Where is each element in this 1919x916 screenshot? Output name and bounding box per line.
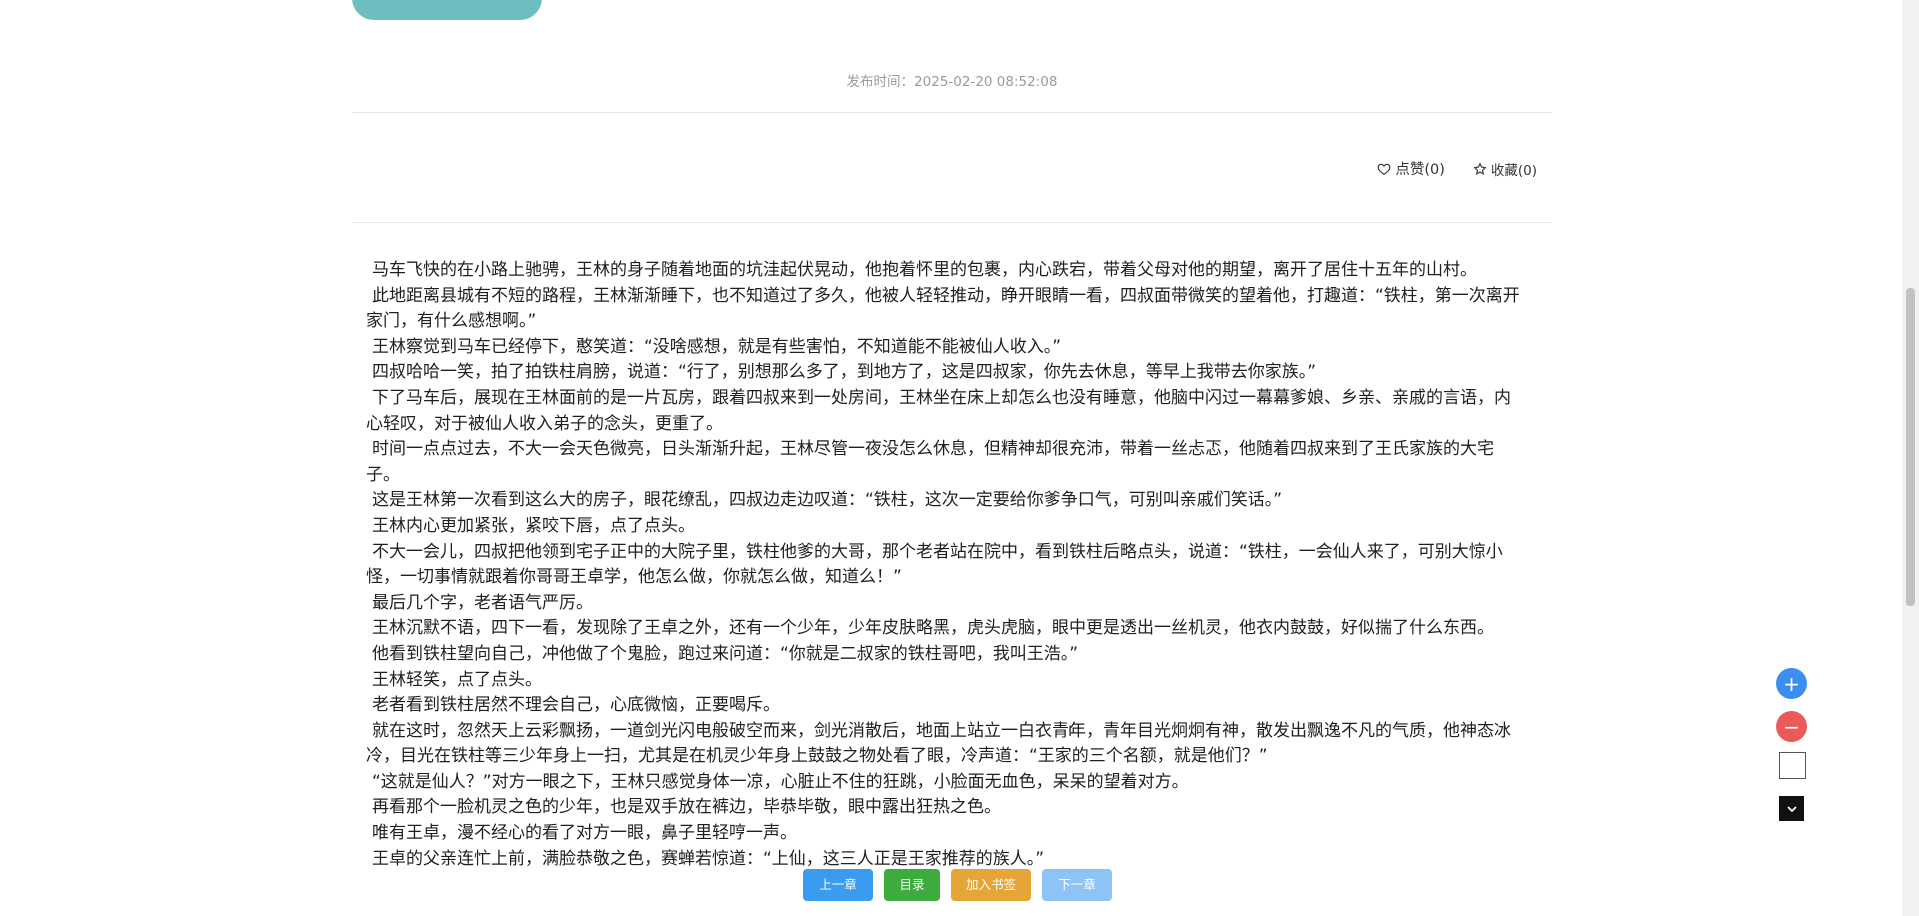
- paragraph: 他看到铁柱望向自己，冲他做了个鬼脸，跑过来问道：“你就是二叔家的铁柱哥吧，我叫王…: [372, 643, 1079, 664]
- paragraph: 王林轻笑，点了点头。: [372, 669, 542, 690]
- paragraph: 唯有王卓，漫不经心的看了对方一眼，鼻子里轻哼一声。: [372, 823, 797, 844]
- paragraph: 老者看到铁柱居然不理会自己，心底微恼，正要喝斥。: [372, 695, 780, 716]
- chapter-nav: 上一章 目录 加入书签 下一章: [803, 869, 1112, 901]
- paragraph: 不大一会儿，四叔把他领到宅子正中的大院子里，铁柱他爹的大哥，那个老者站在院中，看…: [366, 541, 1503, 588]
- favorite-button[interactable]: 收藏(0): [1473, 158, 1537, 179]
- divider-bottom: [352, 222, 1552, 223]
- font-decrease-button[interactable]: −: [1776, 711, 1807, 742]
- like-label: 点赞(0): [1395, 162, 1445, 178]
- paragraph: 时间一点点过去，不大一会天色微亮，日头渐渐升起，王林尽管一夜没怎么休息，但精神却…: [366, 439, 1494, 485]
- minus-icon: −: [1783, 714, 1800, 739]
- star-icon: [1473, 161, 1487, 175]
- favorite-label: 收藏(0): [1490, 162, 1537, 179]
- like-button[interactable]: 点赞(0): [1377, 158, 1445, 179]
- paragraph: 马车飞快的在小路上驰骋，王林的身子随着地面的坑洼起伏晃动，他抱着怀里的包裹，内心…: [372, 260, 1477, 280]
- paragraph: 王林察觉到马车已经停下，憨笑道：“没啥感想，就是有些害怕，不知道能不能被仙人收入…: [372, 336, 1062, 357]
- scrollbar-thumb[interactable]: [1906, 288, 1915, 606]
- paragraph: 下了马车后，展现在王林面前的是一片瓦房，跟着四叔来到一处房间，王林坐在床上却怎么…: [366, 387, 1511, 434]
- publish-time: 发布时间：2025-02-20 08:52:08: [846, 74, 1058, 90]
- paragraph: 王林沉默不语，四下一看，发现除了王卓之外，还有一个少年，少年皮肤略黑，虎头虎脑，…: [372, 618, 1494, 639]
- font-increase-button[interactable]: +: [1776, 668, 1807, 699]
- paragraph: 此地距离县城有不短的路程，王林渐渐睡下，也不知道过了多久，他被人轻轻推动，睁开眼…: [366, 285, 1520, 332]
- page-scrollbar[interactable]: [1902, 0, 1919, 916]
- divider-top: [352, 112, 1552, 113]
- dark-theme-button[interactable]: [1779, 796, 1804, 821]
- table-of-contents-button[interactable]: 目录: [884, 869, 940, 901]
- paragraph: 最后几个字，老者语气严厉。: [372, 592, 593, 613]
- paragraph: 这是王林第一次看到这么大的房子，眼花缭乱，四叔边走边叹道：“铁柱，这次一定要给你…: [372, 490, 1283, 511]
- add-bookmark-button[interactable]: 加入书签: [951, 869, 1031, 901]
- paragraph: 王林内心更加紧张，紧咬下唇，点了点头。: [372, 515, 695, 536]
- paragraph: 再看那个一脸机灵之色的少年，也是双手放在裤边，毕恭毕敬，眼中露出狂热之色。: [372, 797, 1001, 818]
- header-banner-fragment: [352, 0, 542, 20]
- heart-icon: [1377, 163, 1391, 175]
- text-cursor-icon: I: [1068, 724, 1073, 740]
- paragraph: 四叔哈哈一笑，拍了拍铁柱肩膀，说道：“行了，别想那么多了，到地方了，这是四叔家，…: [372, 362, 1317, 383]
- chevron-down-icon: [1786, 805, 1797, 812]
- paragraph: 就在这时，忽然天上云彩飘扬，一道剑光闪电般破空而来，剑光消散后，地面上站立一白衣…: [366, 720, 1511, 767]
- paragraph: “这就是仙人？”对方一眼之下，王林只感觉身体一凉，心脏止不住的狂跳，小脸面无血色…: [372, 771, 1189, 792]
- plus-icon: +: [1783, 671, 1800, 696]
- light-theme-button[interactable]: [1779, 752, 1806, 779]
- chapter-content: 马车飞快的在小路上驰骋，王林的身子随着地面的坑洼起伏晃动，他抱着怀里的包裹，内心…: [366, 258, 1526, 872]
- next-chapter-button[interactable]: 下一章: [1042, 869, 1112, 901]
- prev-chapter-button[interactable]: 上一章: [803, 869, 873, 901]
- article-actions: 点赞(0) 收藏(0): [1377, 158, 1537, 179]
